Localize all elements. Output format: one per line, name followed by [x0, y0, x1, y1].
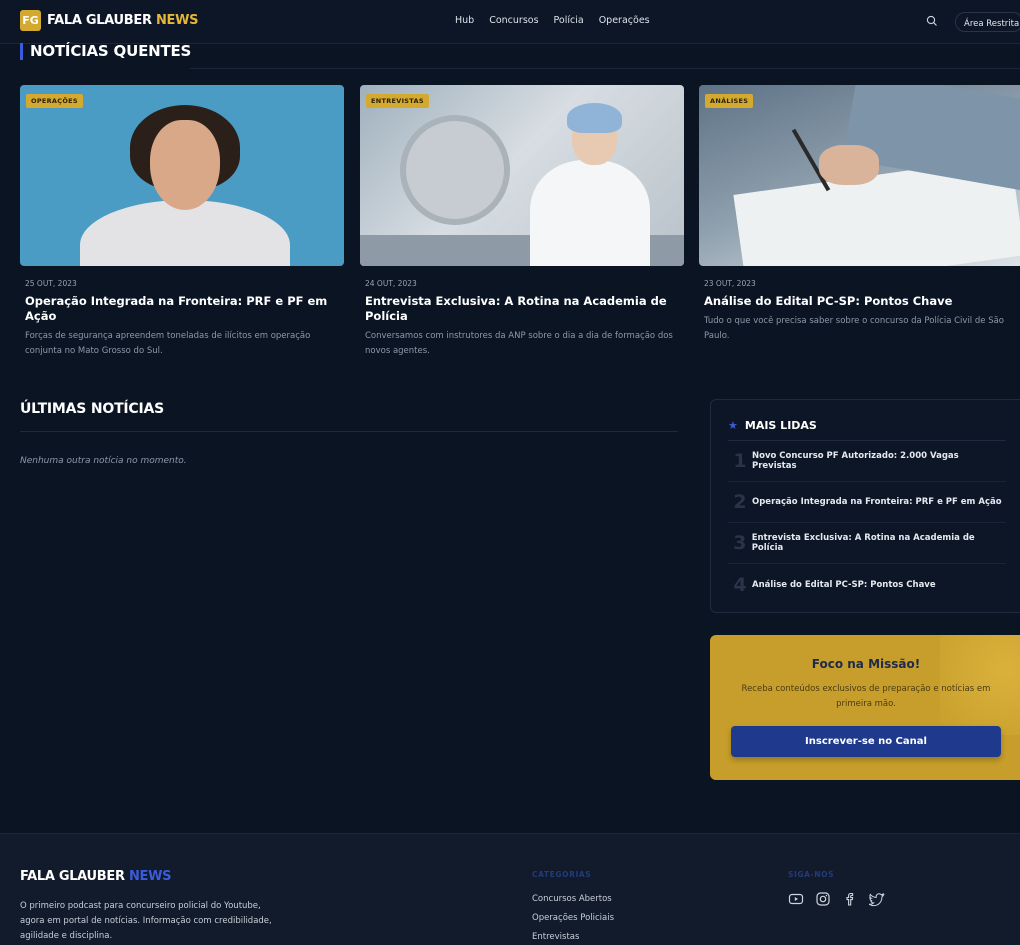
most-read-title: MAIS LIDAS [744, 419, 817, 432]
footer-logo-accent: NEWS [128, 869, 172, 884]
most-read-item[interactable]: 4 Análise do Edital PC-SP: Pontos Chave [728, 564, 1006, 605]
news-date: 25 OUT, 2023 [25, 279, 77, 288]
footer-logo-main: FALA GLAUBER [20, 869, 125, 884]
footer-logo[interactable]: FALA GLAUBER NEWS [20, 869, 172, 884]
logo-accent: NEWS [155, 13, 199, 28]
follow-heading: SIGA-NOS [788, 870, 835, 879]
most-read-item[interactable]: 3 Entrevista Exclusiva: A Rotina na Acad… [728, 523, 1006, 564]
most-read-item-title[interactable]: Entrevista Exclusiva: A Rotina na Academ… [752, 533, 1006, 553]
nav-item-operacoes[interactable]: Operações [599, 15, 650, 26]
subscribe-button[interactable]: Inscrever-se no Canal [731, 726, 1001, 757]
nav-item-policia[interactable]: Polícia [554, 15, 584, 26]
most-read-panel: ★ MAIS LIDAS 1 Novo Concurso PF Autoriza… [710, 399, 1020, 613]
divider [190, 68, 1020, 69]
instagram-icon[interactable] [815, 891, 831, 907]
rank-number: 3 [733, 532, 747, 554]
hot-news-heading: NOTÍCIAS QUENTES [20, 42, 191, 60]
most-read-item[interactable]: 2 Operação Integrada na Fronteira: PRF e… [728, 482, 1006, 523]
news-title[interactable]: Operação Integrada na Fronteira: PRF e P… [25, 294, 339, 324]
latest-news-title: ÚLTIMAS NOTÍCIAS [20, 401, 165, 417]
logo-text: FALA GLAUBER NEWS [47, 13, 199, 28]
nav-item-concursos[interactable]: Concursos [489, 15, 538, 26]
search-icon[interactable] [926, 15, 938, 27]
facebook-icon[interactable] [842, 891, 858, 907]
social-links [788, 891, 885, 907]
site-header: FG FALA GLAUBER NEWS Hub Concursos Políc… [0, 0, 1020, 44]
categories-heading: CATEGORIAS [532, 870, 592, 879]
most-read-item-title[interactable]: Novo Concurso PF Autorizado: 2.000 Vagas… [752, 451, 1006, 471]
most-read-item-title[interactable]: Operação Integrada na Fronteira: PRF e P… [752, 497, 1002, 507]
nav-item-hub[interactable]: Hub [455, 15, 474, 26]
most-read-item-title[interactable]: Análise do Edital PC-SP: Pontos Chave [752, 580, 936, 590]
most-read-item[interactable]: 1 Novo Concurso PF Autorizado: 2.000 Vag… [728, 441, 1006, 482]
hot-news-title: NOTÍCIAS QUENTES [30, 42, 192, 60]
rank-number: 1 [733, 450, 747, 472]
news-date: 23 OUT, 2023 [704, 279, 756, 288]
rank-number: 2 [733, 491, 747, 513]
logo-main: FALA GLAUBER [47, 13, 152, 28]
footer-link[interactable]: Concursos Abertos [532, 892, 614, 907]
logo-mark: FG [20, 10, 41, 31]
divider [20, 431, 678, 432]
main-nav: Hub Concursos Polícia Operações [455, 15, 650, 26]
news-excerpt: Conversamos com instrutores da ANP sobre… [365, 331, 673, 356]
news-card[interactable]: ANÁLISES 23 OUT, 2023 Análise do Edital … [699, 85, 1020, 344]
site-logo[interactable]: FG FALA GLAUBER NEWS [20, 10, 199, 31]
categories-list: Concursos Abertos Operações Policiais En… [532, 892, 614, 945]
empty-state-text: Nenhuma outra notícia no momento. [20, 456, 187, 466]
site-footer: FALA GLAUBER NEWS O primeiro podcast par… [0, 833, 1020, 945]
category-tag[interactable]: ENTREVISTAS [366, 94, 429, 108]
news-card-image[interactable]: ANÁLISES [699, 85, 1020, 266]
news-date: 24 OUT, 2023 [365, 279, 417, 288]
subscribe-promo: Foco na Missão! Receba conteúdos exclusi… [710, 635, 1020, 780]
footer-link[interactable]: Entrevistas [532, 930, 614, 945]
twitter-icon[interactable] [867, 891, 885, 907]
news-excerpt: Tudo o que você precisa saber sobre o co… [704, 316, 1004, 341]
news-card-image[interactable]: ENTREVISTAS [360, 85, 684, 266]
news-card[interactable]: OPERAÇÕES 25 OUT, 2023 Operação Integrad… [20, 85, 344, 359]
news-card-image[interactable]: OPERAÇÕES [20, 85, 344, 266]
youtube-icon[interactable] [788, 891, 804, 907]
restricted-area-button[interactable]: Área Restrita [955, 12, 1020, 32]
promo-title: Foco na Missão! [811, 657, 921, 671]
category-tag[interactable]: OPERAÇÕES [26, 94, 83, 108]
footer-link[interactable]: Operações Policiais [532, 911, 614, 926]
most-read-heading: ★ MAIS LIDAS [728, 419, 817, 432]
category-tag[interactable]: ANÁLISES [705, 94, 754, 108]
news-excerpt: Forças de segurança apreendem toneladas … [25, 331, 311, 356]
rank-number: 4 [733, 573, 747, 596]
heading-accent-bar [20, 42, 23, 60]
news-title[interactable]: Entrevista Exclusiva: A Rotina na Academ… [365, 294, 679, 324]
star-icon: ★ [728, 419, 738, 432]
news-card[interactable]: ENTREVISTAS 24 OUT, 2023 Entrevista Excl… [360, 85, 684, 359]
promo-text: Receba conteúdos exclusivos de preparaçã… [741, 684, 991, 709]
news-title[interactable]: Análise do Edital PC-SP: Pontos Chave [704, 294, 1018, 309]
footer-description: O primeiro podcast para concurseiro poli… [20, 901, 272, 941]
